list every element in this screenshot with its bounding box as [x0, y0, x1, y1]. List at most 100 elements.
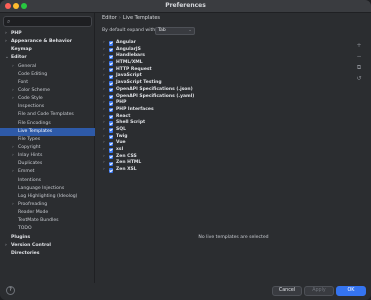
chevron-right-icon[interactable]: › — [12, 168, 14, 176]
chevron-right-icon[interactable]: › — [103, 114, 105, 121]
expand-with-select[interactable]: Tab ⌄ — [155, 27, 195, 35]
template-group-row[interactable]: › OpenAPI Specifications (.json) — [102, 87, 347, 94]
template-group-checkbox[interactable] — [109, 128, 114, 133]
template-group-row[interactable]: › Zen HTML — [102, 160, 347, 167]
sidebar-item[interactable]: › Copyright — [0, 144, 95, 152]
sidebar-item[interactable]: Inspections — [0, 103, 95, 111]
copy-icon[interactable]: ⧉ — [355, 64, 363, 72]
chevron-right-icon[interactable]: › — [12, 63, 14, 71]
sidebar-item[interactable]: › General — [0, 63, 95, 71]
chevron-right-icon[interactable]: › — [12, 201, 14, 209]
sidebar-item[interactable]: Duplicates — [0, 160, 95, 168]
sidebar-item[interactable]: › Proofreading — [0, 201, 95, 209]
template-group-row[interactable]: › JavaScript Testing — [102, 80, 347, 87]
chevron-right-icon[interactable]: › — [103, 100, 105, 107]
chevron-right-icon[interactable]: › — [103, 127, 105, 134]
chevron-right-icon[interactable]: › — [103, 120, 105, 127]
template-group-checkbox[interactable] — [109, 41, 114, 46]
apply-button[interactable]: Apply — [304, 286, 334, 296]
ok-button[interactable]: OK — [336, 286, 366, 296]
template-group-checkbox[interactable] — [109, 54, 114, 59]
sidebar-item[interactable]: › Code Style — [0, 95, 95, 103]
chevron-right-icon[interactable]: › — [103, 140, 105, 147]
chevron-right-icon[interactable]: › — [103, 53, 105, 60]
chevron-right-icon[interactable]: › — [103, 107, 105, 114]
sidebar-item[interactable]: › Appearance & Behavior — [0, 38, 95, 46]
chevron-right-icon[interactable]: › — [103, 134, 105, 141]
add-icon[interactable]: + — [355, 42, 363, 50]
sidebar-item[interactable]: › Version Control — [0, 242, 95, 250]
sidebar-item[interactable]: Code Editing — [0, 71, 95, 79]
chevron-right-icon[interactable]: › — [103, 87, 105, 94]
remove-icon[interactable]: − — [355, 53, 363, 61]
template-group-checkbox[interactable] — [109, 134, 114, 140]
sidebar-item[interactable]: Live Templates — [0, 127, 95, 136]
settings-search-input[interactable]: ⌕ — [3, 16, 92, 27]
sidebar-item[interactable]: Intentions — [0, 177, 95, 185]
sidebar-item[interactable]: › Inlay Hints — [0, 152, 95, 160]
sidebar-item[interactable]: File and Code Templates — [0, 111, 95, 119]
template-group-checkbox[interactable] — [109, 67, 114, 73]
template-group-row[interactable]: › PHP Interfaces — [102, 107, 347, 114]
sidebar-item[interactable]: Reader Mode — [0, 209, 95, 217]
template-group-checkbox[interactable] — [109, 81, 114, 86]
sidebar-item[interactable]: Directories — [0, 250, 95, 258]
chevron-right-icon[interactable]: › — [5, 242, 7, 250]
chevron-right-icon[interactable]: › — [103, 80, 105, 87]
chevron-right-icon[interactable]: › — [103, 154, 105, 161]
chevron-right-icon[interactable]: › — [103, 73, 105, 80]
sidebar-item[interactable]: › Emmet — [0, 168, 95, 176]
chevron-right-icon[interactable]: › — [12, 87, 14, 95]
help-button[interactable]: ? — [6, 286, 15, 295]
chevron-right-icon[interactable]: › — [12, 144, 14, 152]
template-group-row[interactable]: › Twig — [102, 134, 347, 141]
template-group-checkbox[interactable] — [109, 108, 114, 113]
chevron-right-icon[interactable]: › — [103, 167, 105, 174]
template-group-checkbox[interactable] — [109, 101, 114, 106]
sidebar-item[interactable]: File Encodings — [0, 120, 95, 128]
sidebar-item[interactable]: File Types — [0, 136, 95, 144]
template-group-row[interactable]: › OpenAPI Specifications (.yaml) — [102, 94, 347, 101]
restore-icon[interactable]: ↺ — [355, 75, 363, 83]
template-group-checkbox[interactable] — [109, 61, 114, 66]
template-group-row[interactable]: › PHP — [102, 100, 347, 107]
template-group-checkbox[interactable] — [109, 161, 114, 166]
chevron-right-icon[interactable]: › — [103, 60, 105, 67]
breadcrumb-editor[interactable]: Editor — [102, 15, 117, 21]
template-group-checkbox[interactable] — [109, 114, 114, 120]
chevron-right-icon[interactable]: › — [103, 160, 105, 167]
chevron-right-icon[interactable]: › — [103, 67, 105, 74]
template-group-row[interactable]: › Angular — [102, 40, 347, 47]
chevron-right-icon[interactable]: › — [12, 152, 14, 160]
sidebar-item[interactable]: Language Injections — [0, 185, 95, 193]
chevron-right-icon[interactable]: › — [5, 38, 7, 46]
template-group-checkbox[interactable] — [109, 148, 114, 153]
sidebar-item[interactable]: › Color Scheme — [0, 87, 95, 95]
sidebar-item[interactable]: ⌄ Editor — [0, 54, 95, 62]
template-group-checkbox[interactable] — [109, 88, 114, 93]
template-group-checkbox[interactable] — [109, 154, 114, 160]
template-group-checkbox[interactable] — [109, 74, 114, 80]
template-group-checkbox[interactable] — [109, 121, 114, 126]
template-group-row[interactable]: › Zen XSL — [102, 167, 347, 174]
chevron-right-icon[interactable]: › — [103, 94, 105, 101]
sidebar-item[interactable]: TODO — [0, 225, 95, 233]
template-group-checkbox[interactable] — [109, 94, 114, 100]
cancel-button[interactable]: Cancel — [272, 286, 302, 296]
chevron-right-icon[interactable]: › — [103, 40, 105, 47]
template-group-checkbox[interactable] — [109, 168, 114, 173]
sidebar-item[interactable]: TextMate Bundles — [0, 217, 95, 225]
sidebar-item[interactable]: Plugins — [0, 234, 95, 242]
template-group-checkbox[interactable] — [109, 47, 114, 53]
sidebar-item[interactable]: Font — [0, 79, 95, 87]
chevron-right-icon[interactable]: › — [103, 147, 105, 154]
chevron-right-icon[interactable]: › — [103, 47, 105, 54]
template-group-row[interactable]: › HTML/XML — [102, 60, 347, 67]
sidebar-item[interactable]: Keymap — [0, 46, 95, 54]
sidebar-item[interactable]: Log Highlighting (Ideolog) — [0, 193, 95, 201]
template-group-row[interactable]: › Shell Script — [102, 120, 347, 127]
template-group-row[interactable]: › Vue — [102, 140, 347, 147]
template-group-row[interactable]: › SQL — [102, 127, 347, 134]
chevron-right-icon[interactable]: › — [5, 30, 7, 38]
chevron-right-icon[interactable]: › — [12, 95, 14, 103]
